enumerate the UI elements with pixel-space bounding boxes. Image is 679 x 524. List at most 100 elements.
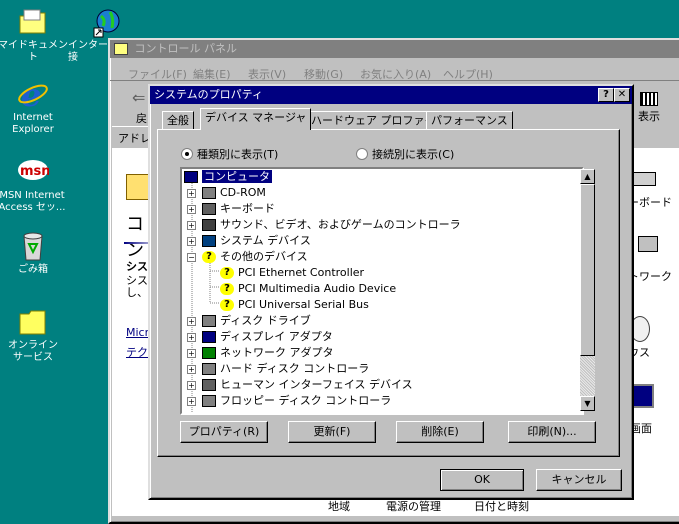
- tab-device-manager[interactable]: デバイス マネージャ: [200, 108, 312, 130]
- expand-icon[interactable]: +: [187, 189, 196, 198]
- tree-item-label: PCI Universal Serial Bus: [238, 298, 369, 311]
- menu-go[interactable]: 移動(G): [304, 66, 343, 82]
- tree-item[interactable]: + ネットワーク アダプタ: [187, 345, 334, 361]
- desktop-icon-label: Internet Explorer: [12, 112, 54, 135]
- cp-item-power[interactable]: 電源の管理: [386, 498, 441, 514]
- folder-icon: [17, 306, 49, 338]
- help-button[interactable]: ?: [598, 88, 614, 102]
- scroll-thumb[interactable]: [580, 184, 595, 356]
- desktop-icon-my-documents[interactable]: マイドキュメント: [0, 6, 70, 64]
- cp-item-label: ーボード: [628, 196, 672, 209]
- cancel-button[interactable]: キャンセル: [536, 469, 622, 491]
- tree-item[interactable]: + ハード ディスク コントローラ: [187, 361, 370, 377]
- print-button[interactable]: 印刷(N)...: [508, 421, 596, 443]
- tree-item[interactable]: ? PCI Ethernet Controller: [220, 265, 364, 281]
- close-button[interactable]: ✕: [614, 88, 630, 102]
- radio-by-type[interactable]: [181, 148, 193, 160]
- cp-item-date-time[interactable]: 日付と時刻: [474, 498, 529, 514]
- menu-edit[interactable]: 編集(E): [193, 66, 231, 82]
- tree-item[interactable]: + フロッピー ディスク コントローラ: [187, 393, 391, 409]
- expand-icon[interactable]: +: [187, 365, 196, 374]
- desktop-icon-internet-connection[interactable]: インター 接: [68, 6, 120, 64]
- expand-icon[interactable]: +: [187, 205, 196, 214]
- computer-icon: [184, 171, 198, 183]
- tree-item[interactable]: + ヒューマン インターフェイス デバイス: [187, 377, 413, 393]
- menu-help[interactable]: ヘルプ(H): [443, 66, 493, 82]
- scroll-up-arrow-icon[interactable]: ▲: [580, 169, 595, 184]
- address-label: アドレ: [118, 132, 151, 145]
- tree-item[interactable]: + サウンド、ビデオ、およびゲームのコントローラ: [187, 217, 461, 233]
- properties-button[interactable]: プロパティ(R): [180, 421, 268, 443]
- scroll-down-arrow-icon[interactable]: ▼: [580, 396, 595, 411]
- left-pane-link-1[interactable]: Micr: [126, 326, 149, 339]
- device-tree[interactable]: コンピュータ + CD-ROM + キーボード + サウンド、ビデオ、およびゲームのコントロ…: [180, 167, 584, 415]
- cp-item-label: トワーク: [628, 270, 672, 283]
- cp-item-regional[interactable]: 地域: [328, 498, 350, 514]
- tree-scrollbar[interactable]: ▲ ▼: [580, 169, 595, 411]
- desktop-icon-label: インター 接: [68, 40, 108, 63]
- floppy-controller-icon: [202, 395, 216, 407]
- tree-item-label: ネットワーク アダプタ: [220, 346, 334, 359]
- tree-item[interactable]: + ディスク ドライブ: [187, 313, 311, 329]
- keyboard-icon: [202, 203, 216, 215]
- view-button[interactable]: 表示: [632, 86, 672, 124]
- menu-favorites[interactable]: お気に入り(A): [360, 66, 431, 82]
- expand-icon[interactable]: +: [187, 221, 196, 230]
- expand-icon[interactable]: +: [187, 349, 196, 358]
- sound-icon: [202, 219, 216, 231]
- expand-icon[interactable]: +: [187, 381, 196, 390]
- collapse-icon[interactable]: −: [187, 253, 196, 262]
- control-panel-app-icon: [114, 43, 128, 55]
- desktop-icon-label: マイドキュメント: [0, 40, 68, 63]
- expand-icon[interactable]: +: [187, 397, 196, 406]
- tree-item[interactable]: ? PCI Universal Serial Bus: [220, 297, 369, 313]
- tree-item-label: サウンド、ビデオ、およびゲームのコントローラ: [220, 218, 461, 231]
- hdd-controller-icon: [202, 363, 216, 375]
- desktop-icon-label: MSN Internet Access セッ...: [0, 190, 66, 213]
- tab-performance[interactable]: パフォーマンス: [426, 111, 513, 129]
- desktop-icon-label: ごみ箱: [18, 264, 48, 275]
- radio-by-type-label[interactable]: 種類別に表示(T): [197, 146, 278, 162]
- menu-file[interactable]: ファイル(F): [128, 66, 187, 82]
- menu-view[interactable]: 表示(V): [248, 66, 286, 82]
- tree-item[interactable]: + キーボード: [187, 201, 275, 217]
- back-label: 戻: [136, 112, 147, 125]
- svg-text:e: e: [21, 78, 41, 110]
- ie-icon: e: [17, 76, 49, 114]
- unknown-device-icon: ?: [220, 299, 234, 311]
- tree-item-label: ハード ディスク コントローラ: [220, 362, 370, 375]
- remove-button[interactable]: 削除(E): [396, 421, 484, 443]
- left-pane-link-2[interactable]: テク: [126, 344, 148, 360]
- keyboard-icon: [632, 172, 656, 186]
- desktop-icon-msn[interactable]: msn MSN Internet Access セッ...: [0, 156, 70, 214]
- expand-icon[interactable]: +: [187, 237, 196, 246]
- tree-item[interactable]: + ディスプレイ アダプタ: [187, 329, 333, 345]
- display-adapter-icon: [202, 331, 216, 343]
- tree-item[interactable]: コンピュータ: [184, 169, 272, 185]
- tree-item[interactable]: ? PCI Multimedia Audio Device: [220, 281, 396, 297]
- network-icon: [638, 236, 658, 252]
- tree-item[interactable]: −? その他のデバイス: [187, 249, 308, 265]
- msn-icon: msn: [17, 156, 51, 188]
- dialog-titlebar[interactable]: システムのプロパティ ? ✕: [150, 86, 632, 104]
- tree-item-label: PCI Multimedia Audio Device: [238, 282, 397, 295]
- back-button[interactable]: ⇐ 戻: [112, 86, 153, 125]
- refresh-button[interactable]: 更新(F): [288, 421, 376, 443]
- recycle-bin-icon: [17, 230, 49, 262]
- expand-icon[interactable]: +: [187, 333, 196, 342]
- tree-item[interactable]: + CD-ROM: [187, 185, 266, 201]
- ok-button[interactable]: OK: [440, 469, 524, 491]
- tab-general[interactable]: 全般: [162, 111, 194, 129]
- desktop-icon-recycle-bin[interactable]: ごみ箱: [0, 230, 70, 276]
- globe-icon: [92, 6, 124, 38]
- network-adapter-icon: [202, 347, 216, 359]
- desktop-icon-online-services[interactable]: オンライン サービス: [0, 306, 70, 364]
- radio-by-connection[interactable]: [356, 148, 368, 160]
- desktop-icon-internet-explorer[interactable]: e Internet Explorer: [0, 76, 70, 136]
- expand-icon[interactable]: +: [187, 317, 196, 326]
- radio-by-connection-label[interactable]: 接続別に表示(C): [372, 146, 454, 162]
- tree-item[interactable]: + システム デバイス: [187, 233, 311, 249]
- view-grid-icon: [640, 92, 658, 106]
- control-panel-titlebar[interactable]: コントロール パネル: [110, 40, 679, 58]
- svg-text:msn: msn: [20, 164, 49, 179]
